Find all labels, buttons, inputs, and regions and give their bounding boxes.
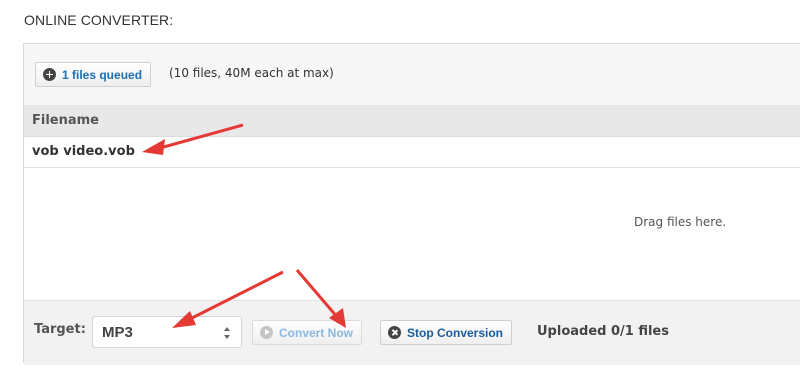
filename-cell: vob video.vob <box>32 144 135 159</box>
upload-status: Uploaded 0/1 files <box>537 324 669 339</box>
play-circle-icon <box>260 326 273 339</box>
file-drop-zone[interactable]: Drag files here. <box>24 168 800 300</box>
convert-now-button[interactable]: Convert Now <box>252 320 363 345</box>
stop-conversion-label: Stop Conversion <box>407 325 504 340</box>
select-updown-icon <box>224 327 230 339</box>
target-format-value: MP3 <box>102 324 133 341</box>
upload-limit-note: (10 files, 40M each at max) <box>169 66 334 80</box>
close-circle-icon <box>388 326 401 339</box>
upload-toolbar: 1 files queued (10 files, 40M each at ma… <box>24 44 800 106</box>
section-title: ONLINE CONVERTER: <box>24 12 174 28</box>
files-queued-button[interactable]: 1 files queued <box>35 62 152 87</box>
target-format-select[interactable]: MP3 <box>92 316 242 348</box>
converter-panel: 1 files queued (10 files, 40M each at ma… <box>23 43 800 365</box>
target-label: Target: <box>34 322 86 337</box>
files-queued-label: 1 files queued <box>62 67 143 82</box>
conversion-bar: Target: MP3 Convert Now Stop Conversion … <box>24 300 800 365</box>
stop-conversion-button[interactable]: Stop Conversion <box>380 320 513 345</box>
file-table-header: Filename <box>24 105 800 137</box>
table-row[interactable]: vob video.vob <box>24 137 800 168</box>
filename-column-header: Filename <box>32 113 99 128</box>
convert-now-label: Convert Now <box>279 325 354 340</box>
drop-zone-hint: Drag files here. <box>634 215 727 229</box>
plus-circle-icon <box>43 68 56 81</box>
